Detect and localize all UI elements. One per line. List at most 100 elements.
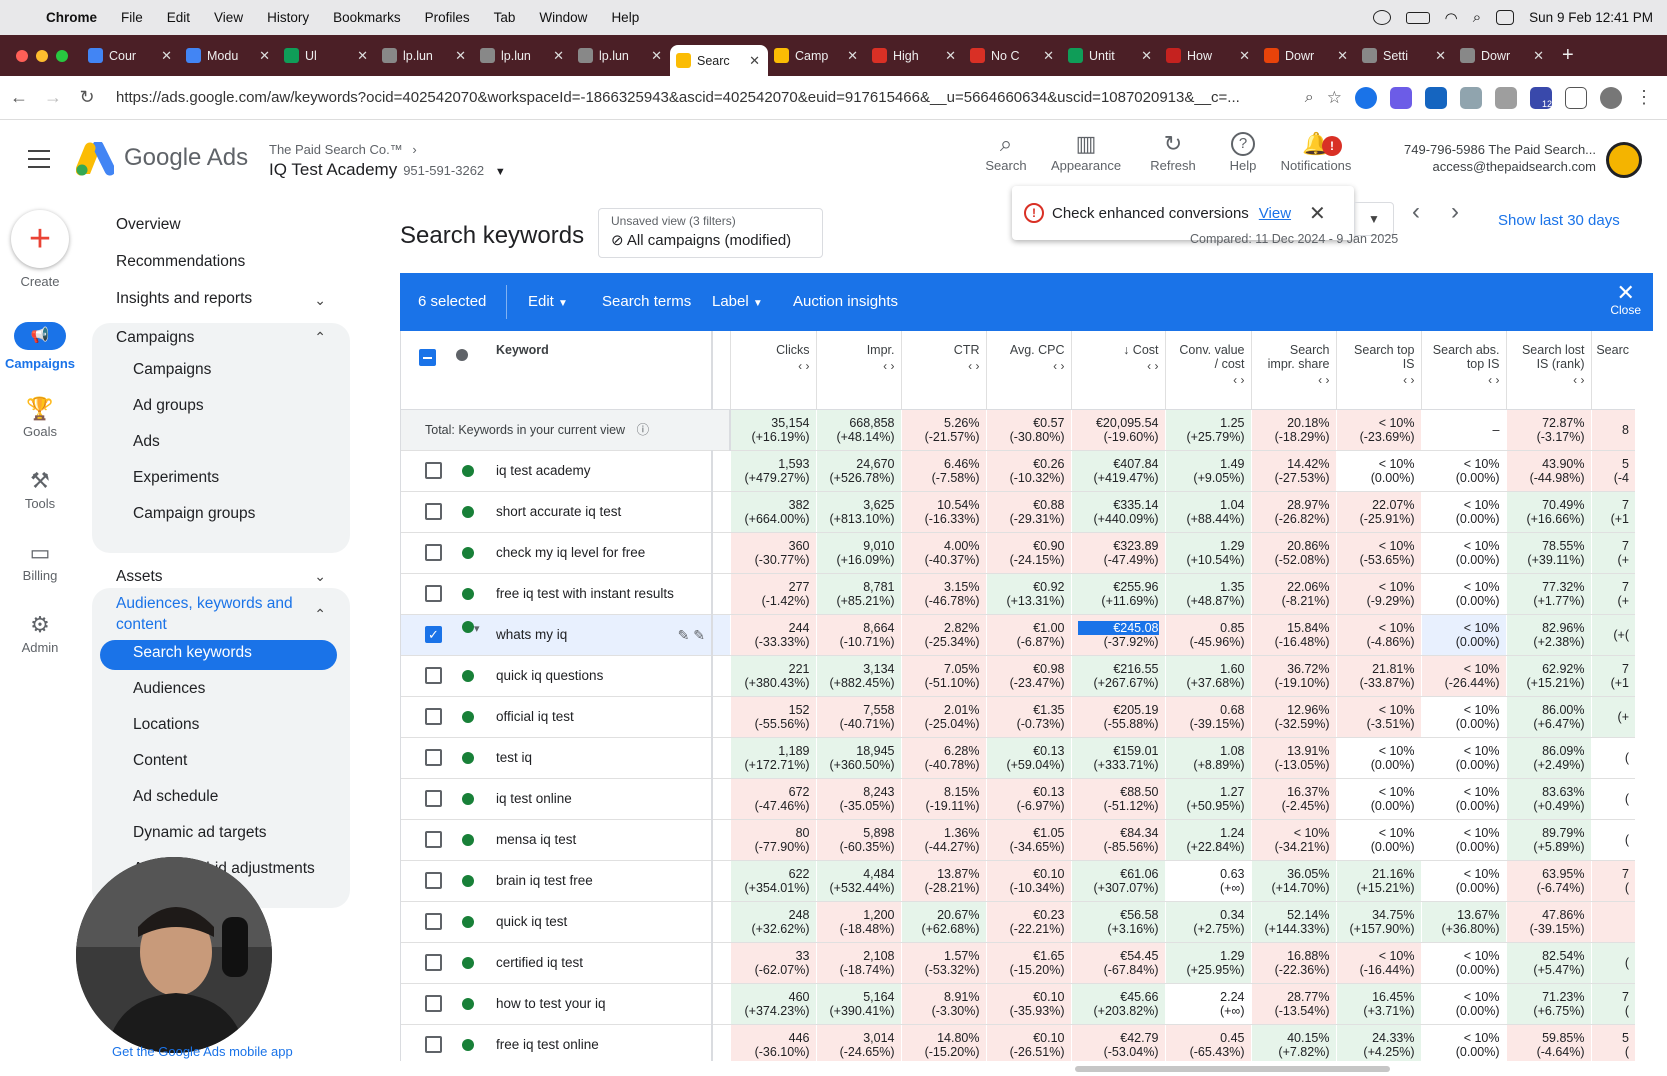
keyword-cell[interactable]: test iq	[482, 737, 713, 779]
nav-item-dynamic-ad-targets[interactable]: Dynamic ad targets	[133, 824, 267, 842]
header-search-button[interactable]: ⌕ Search	[964, 130, 1048, 173]
menu-datetime[interactable]: Sun 9 Feb 12:41 PM	[1529, 10, 1653, 25]
zoom-window-icon[interactable]	[56, 49, 68, 62]
mobile-app-link[interactable]: Get the Google Ads mobile app	[112, 1044, 293, 1059]
table-row[interactable]: free iq test with instant results 277 (-1.…	[401, 573, 1635, 615]
browser-tab[interactable]: Ul ✕	[278, 41, 376, 71]
minimize-window-icon[interactable]	[36, 49, 48, 62]
rail-tools[interactable]: ⚒ Tools	[0, 466, 80, 511]
rail-campaigns[interactable]: 📢 Campaigns	[0, 322, 80, 371]
extension-icon[interactable]: 12	[1530, 86, 1552, 109]
rail-admin[interactable]: ⚙ Admin	[0, 610, 80, 655]
sort-arrows-icon[interactable]: ‹ ›	[817, 359, 894, 373]
account-switcher[interactable]: The Paid Search Co.™ › IQ Test Academy 95…	[269, 142, 506, 180]
keyword-header[interactable]: Keyword	[482, 331, 713, 410]
google-ads-logo[interactable]	[76, 142, 114, 176]
browser-tab[interactable]: Modu ✕	[180, 41, 278, 71]
back-icon[interactable]: ←	[4, 87, 34, 108]
zoom-icon[interactable]: ⌕	[1305, 89, 1314, 107]
table-row[interactable]: brain iq test free 622 (+354.01%) 4,484 (+53…	[401, 860, 1635, 902]
close-action-bar-button[interactable]: ✕ Close	[1610, 282, 1641, 318]
browser-tab[interactable]: High ✕	[866, 41, 964, 71]
extensions-puzzle-icon[interactable]	[1565, 86, 1587, 109]
table-row[interactable]: iq test online 672 (-47.46%) 8,243 (-35.05%)…	[401, 778, 1635, 820]
sort-arrows-icon[interactable]: ‹ ›	[1507, 373, 1584, 387]
nav-item-content[interactable]: Content	[133, 752, 187, 770]
search-terms-button[interactable]: Search terms	[602, 293, 691, 310]
reload-icon[interactable]: ↻	[72, 87, 102, 108]
nav-item-campaigns[interactable]: Campaigns	[133, 361, 211, 379]
user-avatar[interactable]	[1606, 142, 1642, 178]
column-header[interactable]: Avg. CPC ‹ ›	[985, 331, 1071, 410]
auction-insights-button[interactable]: Auction insights	[793, 293, 898, 310]
sort-arrows-icon[interactable]: ‹ ›	[1072, 359, 1158, 373]
browser-tab[interactable]: No C ✕	[964, 41, 1062, 71]
sort-arrows-icon[interactable]: ‹ ›	[1166, 373, 1244, 387]
status-enabled-icon[interactable]	[462, 621, 474, 633]
keyword-text[interactable]: test iq	[496, 750, 532, 765]
sort-arrows-icon[interactable]: ‹ ›	[731, 359, 809, 373]
status-dot-icon[interactable]	[456, 349, 468, 361]
keyword-cell[interactable]: iq test online	[482, 778, 713, 820]
chevron-down-icon[interactable]: ⌄	[314, 568, 326, 585]
row-checkbox[interactable]: ✓	[425, 626, 442, 643]
status-enabled-icon[interactable]	[462, 710, 474, 723]
keyword-cell[interactable]: quick iq questions	[482, 655, 713, 697]
rail-create[interactable]: + Create	[0, 198, 80, 289]
keyword-cell[interactable]: free iq test with instant results	[482, 573, 713, 615]
row-checkbox[interactable]	[425, 708, 442, 725]
nav-insights[interactable]: Insights and reports	[116, 290, 252, 308]
menu-history[interactable]: History	[267, 10, 309, 25]
nav-item-ad-schedule[interactable]: Ad schedule	[133, 788, 218, 806]
extension-icon[interactable]	[1425, 86, 1447, 109]
keyword-text[interactable]: short accurate iq test	[496, 504, 621, 519]
tab-close-icon[interactable]: ✕	[161, 48, 172, 64]
browser-tab[interactable]: Setti ✕	[1356, 41, 1454, 71]
status-enabled-icon[interactable]	[462, 997, 474, 1010]
chevron-up-icon[interactable]: ⌃	[314, 329, 326, 346]
user-account[interactable]: 749-796-5986 The Paid Search... access@t…	[1404, 142, 1596, 174]
keyword-cell[interactable]: mensa iq test	[482, 819, 713, 861]
keyword-text[interactable]: certified iq test	[496, 955, 583, 970]
chevron-down-icon[interactable]: ⌄	[314, 292, 326, 309]
keyword-text[interactable]: iq test online	[496, 791, 572, 806]
row-checkbox[interactable]	[425, 749, 442, 766]
keyword-cell[interactable]: free iq test online	[482, 1024, 713, 1061]
sort-arrows-icon[interactable]: ‹ ›	[1252, 373, 1329, 387]
table-row[interactable]: test iq 1,189 (+172.71%) 18,945 (+360.50%) 6.…	[401, 737, 1635, 779]
sort-arrows-icon[interactable]: ‹ ›	[987, 359, 1064, 373]
caret-down-icon[interactable]: ▾	[474, 623, 480, 635]
nav-item-audiences[interactable]: Audiences	[133, 680, 205, 698]
label-menu-button[interactable]: Label ▼	[712, 293, 763, 310]
table-row[interactable]: free iq test online 446 (-36.10%) 3,014 (-24…	[401, 1024, 1635, 1061]
status-enabled-icon[interactable]	[462, 751, 474, 764]
table-row[interactable]: mensa iq test 80 (-77.90%) 5,898 (-60.35%) 1.…	[401, 819, 1635, 861]
tab-close-icon[interactable]: ✕	[1337, 48, 1348, 64]
menu-app-name[interactable]: Chrome	[46, 10, 97, 25]
header-appearance-button[interactable]: ▥ Appearance	[1044, 130, 1128, 173]
row-checkbox[interactable]	[425, 544, 442, 561]
edit-menu-button[interactable]: Edit ▼	[528, 293, 568, 310]
tab-close-icon[interactable]: ✕	[1533, 48, 1544, 64]
row-checkbox[interactable]	[425, 462, 442, 479]
table-row[interactable]: short accurate iq test 382 (+664.00%) 3,625…	[401, 491, 1635, 533]
tab-close-icon[interactable]: ✕	[1239, 48, 1250, 64]
sort-arrows-icon[interactable]: ‹ ›	[1422, 373, 1499, 387]
column-header[interactable]: Impr. ‹ ›	[815, 331, 901, 410]
nav-item-ad-groups[interactable]: Ad groups	[133, 397, 204, 415]
keyword-cell[interactable]: quick iq test	[482, 901, 713, 943]
url-field[interactable]: https://ads.google.com/aw/keywords?ocid=…	[116, 89, 1246, 106]
status-enabled-icon[interactable]	[462, 546, 474, 559]
keyword-cell[interactable]: iq test academy	[482, 450, 713, 492]
column-header[interactable]: ↓ Cost ‹ ›	[1070, 331, 1165, 410]
keyword-cell[interactable]: brain iq test free	[482, 860, 713, 902]
forward-icon[interactable]: →	[38, 87, 68, 108]
bookmark-star-icon[interactable]: ☆	[1327, 88, 1342, 108]
nav-audiences-header[interactable]: Audiences, keywords and content	[116, 595, 293, 634]
tab-close-icon[interactable]: ✕	[749, 53, 760, 69]
profile-avatar[interactable]	[1600, 86, 1622, 109]
browser-tab[interactable]: Searc ✕	[670, 45, 768, 76]
keyword-text[interactable]: quick iq questions	[496, 668, 603, 683]
battery-icon[interactable]	[1405, 11, 1430, 24]
table-row[interactable]: ✓ ▾ whats my iq ✎ ✎ 244 (-33.33%) 8,664 (-10.71…	[401, 614, 1635, 656]
